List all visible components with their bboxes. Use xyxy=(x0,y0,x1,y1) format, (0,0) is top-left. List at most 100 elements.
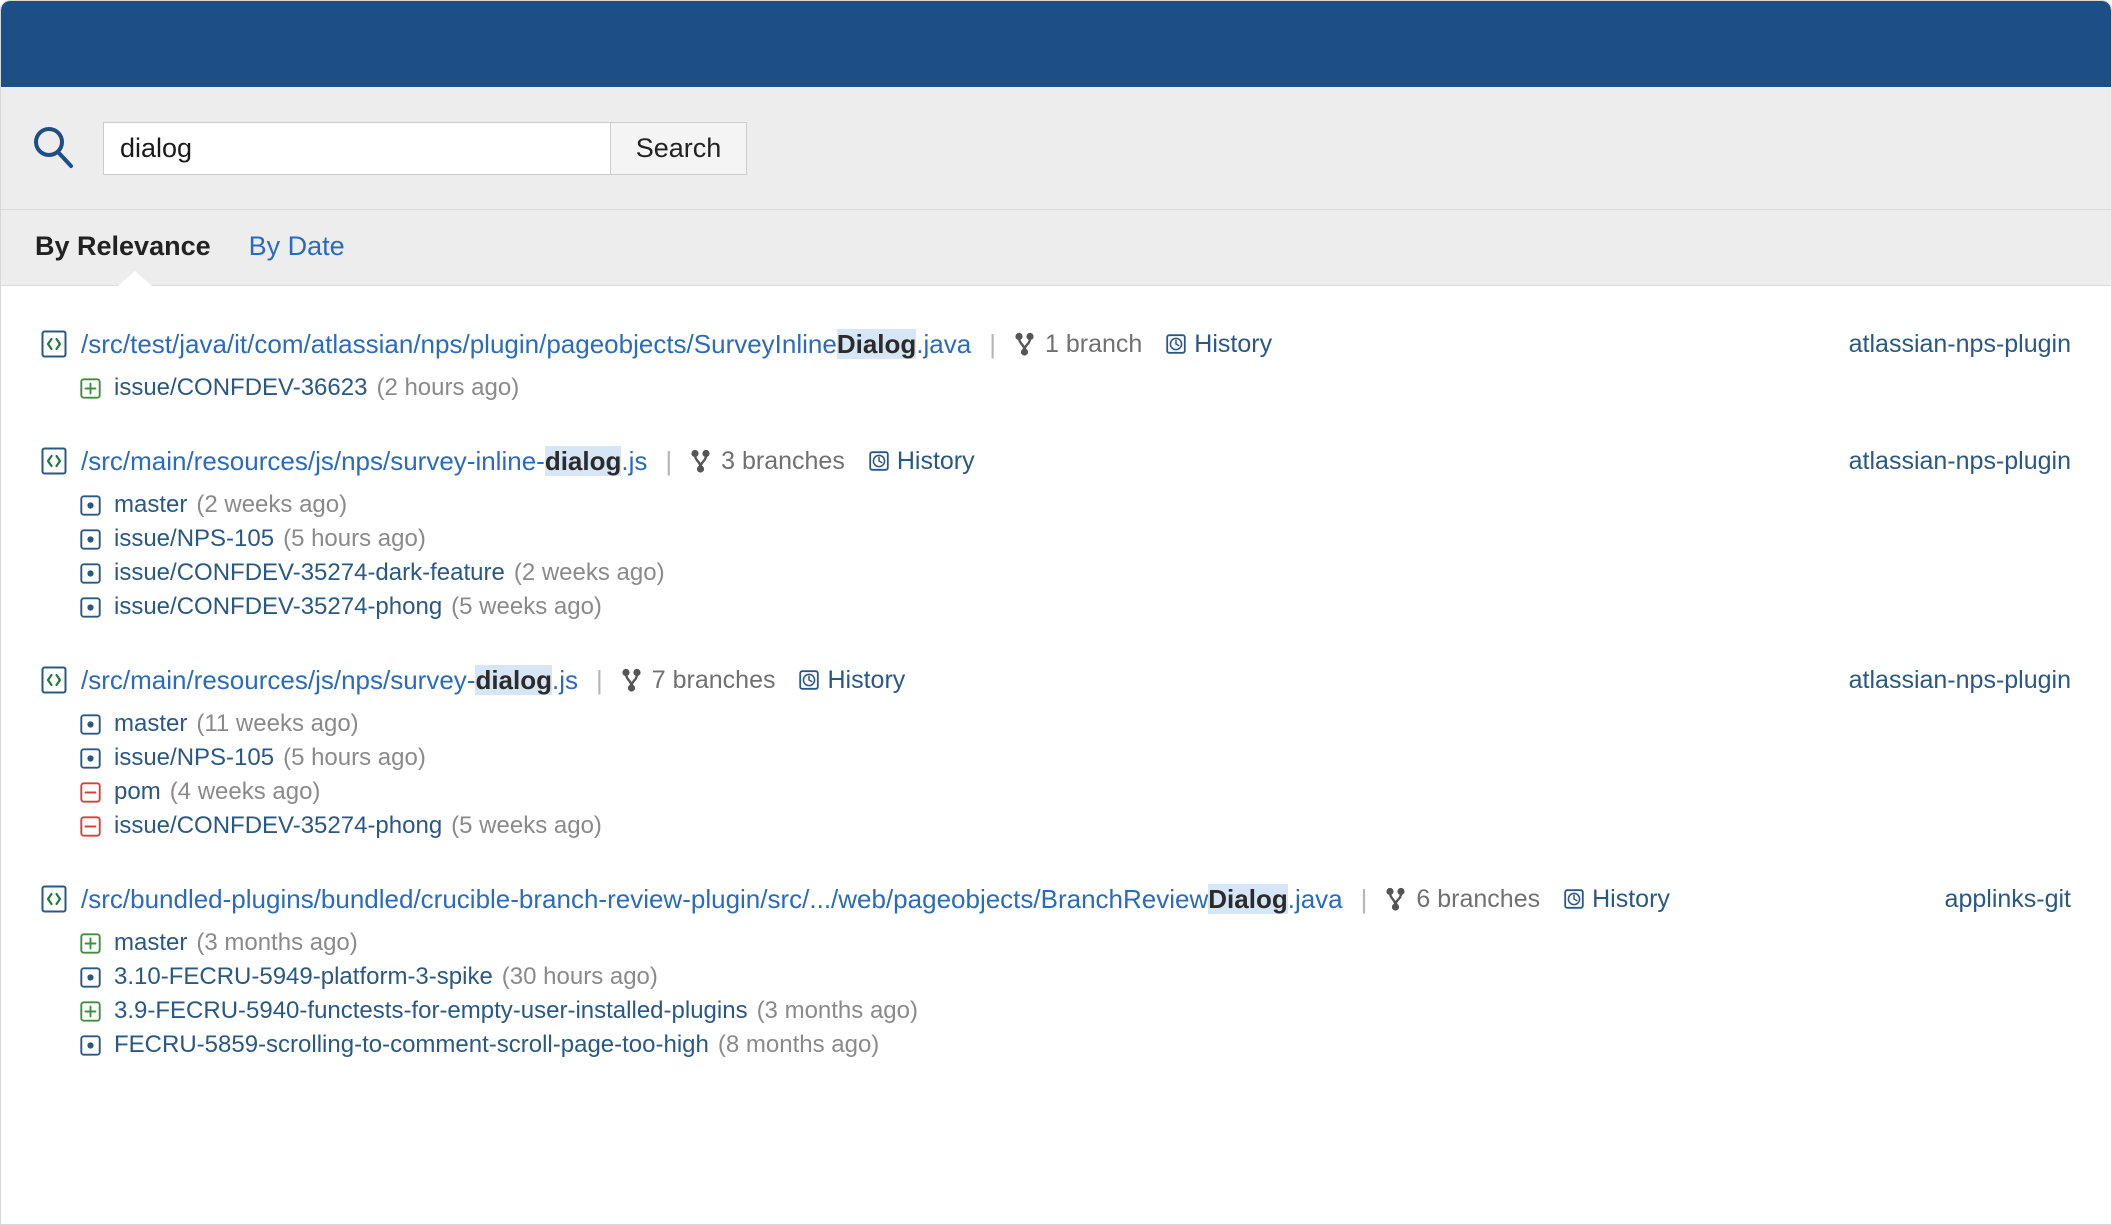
dot-square-icon xyxy=(80,1034,101,1056)
branch-count: 7 branches xyxy=(621,665,776,695)
dot-square-icon xyxy=(80,562,101,584)
branch-age: (30 hours ago) xyxy=(501,963,658,990)
history-link[interactable]: History xyxy=(869,447,975,476)
branch-list: master (2 weeks ago) issue/NPS-105 (5 hours… xyxy=(41,488,2071,624)
history-link[interactable]: History xyxy=(799,666,905,695)
branch-age: (2 weeks ago) xyxy=(196,491,348,518)
branch-age: (3 months ago) xyxy=(196,929,358,956)
branch-row: master (3 months ago) xyxy=(41,926,2071,960)
branch-name-link[interactable]: issue/CONFDEV-35274-phong xyxy=(114,593,442,621)
branch-name-link[interactable]: issue/CONFDEV-36623 xyxy=(114,374,367,402)
branch-count: 1 branch xyxy=(1014,330,1142,359)
clock-history-icon xyxy=(1564,889,1584,909)
path-suffix: .js xyxy=(552,664,579,695)
path-prefix: /src/main/resources/js/nps/survey- xyxy=(81,664,476,695)
path-match-highlight: dialog xyxy=(544,445,622,476)
search-result-item: /src/bundled-plugins/bundled/crucible-br… xyxy=(1,881,2111,1062)
branch-age: (8 months ago) xyxy=(717,1031,880,1058)
clock-history-icon xyxy=(799,670,820,690)
path-match-highlight: Dialog xyxy=(836,328,917,359)
path-prefix: /src/bundled-plugins/bundled/crucible-br… xyxy=(81,883,1209,914)
branch-name-link[interactable]: pom xyxy=(114,778,161,806)
header-divider: | xyxy=(665,445,673,476)
branch-fork-icon xyxy=(622,668,641,692)
branch-row: issue/CONFDEV-35274-dark-feature (2 weeks… xyxy=(41,556,2071,590)
branch-row: issue/NPS-105 (5 hours ago) xyxy=(41,522,2071,556)
branch-name-link[interactable]: master xyxy=(114,929,187,957)
dot-square-icon xyxy=(80,966,101,988)
history-label: History xyxy=(896,446,975,475)
active-tab-caret xyxy=(117,270,153,286)
plus-square-icon xyxy=(80,932,101,954)
search-input-group: Search xyxy=(103,121,747,175)
file-path-link[interactable]: /src/bundled-plugins/bundled/crucible-br… xyxy=(81,883,1343,915)
source-file-icon xyxy=(41,447,67,475)
search-button[interactable]: Search xyxy=(610,121,747,175)
minus-square-icon xyxy=(80,815,101,837)
branch-row: 3.9-FECRU-5940-functests-for-empty-user-… xyxy=(41,994,2071,1028)
repository-link[interactable]: atlassian-nps-plugin xyxy=(1849,447,2071,476)
sort-tabs: By Relevance By Date xyxy=(1,210,2111,286)
tab-by-date[interactable]: By Date xyxy=(249,233,345,262)
branch-row: issue/CONFDEV-35274-phong (5 weeks ago) xyxy=(41,809,2071,843)
search-icon xyxy=(34,127,73,168)
repository-link[interactable]: atlassian-nps-plugin xyxy=(1849,666,2071,695)
dot-square-icon xyxy=(80,528,101,550)
plus-square-icon xyxy=(80,377,101,399)
history-label: History xyxy=(827,665,906,694)
path-match-highlight: Dialog xyxy=(1208,883,1288,914)
clock-history-icon xyxy=(1166,334,1186,354)
branch-row: issue/CONFDEV-36623 (2 hours ago) xyxy=(41,371,2071,405)
branch-name-link[interactable]: master xyxy=(114,491,187,519)
file-path-link[interactable]: /src/main/resources/js/nps/survey-dialog… xyxy=(81,664,579,696)
branch-name-link[interactable]: 3.10-FECRU-5949-platform-3-spike xyxy=(114,963,493,991)
branch-row: issue/NPS-105 (5 hours ago) xyxy=(41,741,2071,775)
path-match-highlight: dialog xyxy=(475,664,553,695)
branch-row: issue/CONFDEV-35274-phong (5 weeks ago) xyxy=(41,590,2071,624)
branch-count: 6 branches xyxy=(1385,885,1540,914)
path-prefix: /src/test/java/it/com/atlassian/nps/plug… xyxy=(81,328,837,359)
file-path-link[interactable]: /src/main/resources/js/nps/survey-inline… xyxy=(81,445,648,477)
branch-name-link[interactable]: issue/CONFDEV-35274-dark-feature xyxy=(114,559,505,587)
branch-age: (2 hours ago) xyxy=(376,374,520,401)
results-list: /src/test/java/it/com/atlassian/nps/plug… xyxy=(1,286,2111,1062)
dot-square-icon xyxy=(80,713,101,735)
branch-name-link[interactable]: master xyxy=(114,710,187,738)
branch-name-link[interactable]: FECRU-5859-scrolling-to-comment-scroll-p… xyxy=(114,1031,709,1059)
dot-square-icon xyxy=(80,596,101,618)
repository-link[interactable]: atlassian-nps-plugin xyxy=(1849,330,2071,359)
branch-count-label: 1 branch xyxy=(1044,329,1143,358)
branch-row: 3.10-FECRU-5949-platform-3-spike (30 hour… xyxy=(41,960,2071,994)
history-link[interactable]: History xyxy=(1166,330,1272,359)
file-path-link[interactable]: /src/test/java/it/com/atlassian/nps/plug… xyxy=(81,328,971,360)
header-divider: | xyxy=(1360,883,1368,914)
search-result-item: /src/test/java/it/com/atlassian/nps/plug… xyxy=(1,326,2111,405)
search-input[interactable] xyxy=(103,121,610,175)
branch-name-link[interactable]: issue/NPS-105 xyxy=(114,525,274,553)
branch-age: (5 hours ago) xyxy=(283,525,426,552)
branch-row: FECRU-5859-scrolling-to-comment-scroll-p… xyxy=(41,1028,2071,1062)
dot-square-icon xyxy=(80,494,101,516)
branch-fork-icon xyxy=(691,449,710,473)
repository-link[interactable]: applinks-git xyxy=(1945,885,2071,914)
branch-name-link[interactable]: 3.9-FECRU-5940-functests-for-empty-user-… xyxy=(114,997,748,1025)
branch-list: master (11 weeks ago) issue/NPS-105 (5 hour… xyxy=(41,707,2071,843)
source-file-icon xyxy=(41,885,67,913)
minus-square-icon xyxy=(80,781,101,803)
path-suffix: .js xyxy=(621,445,648,476)
history-label: History xyxy=(1592,884,1670,913)
branch-age: (5 weeks ago) xyxy=(451,812,602,839)
branch-name-link[interactable]: issue/NPS-105 xyxy=(114,744,274,772)
header-divider: | xyxy=(596,664,603,695)
tab-by-relevance[interactable]: By Relevance xyxy=(35,233,211,262)
branch-list: issue/CONFDEV-36623 (2 hours ago) xyxy=(41,371,2071,405)
branch-list: master (3 months ago) 3.10-FECRU-5949-plat… xyxy=(41,926,2071,1062)
branch-name-link[interactable]: issue/CONFDEV-35274-phong xyxy=(114,812,442,840)
clock-history-icon xyxy=(869,451,889,471)
branch-age: (5 hours ago) xyxy=(283,744,426,771)
branch-count: 3 branches xyxy=(690,447,845,476)
branch-row: master (11 weeks ago) xyxy=(41,707,2071,741)
branch-count-label: 7 branches xyxy=(651,665,776,694)
history-link[interactable]: History xyxy=(1564,885,1670,914)
plus-square-icon xyxy=(80,1000,101,1022)
